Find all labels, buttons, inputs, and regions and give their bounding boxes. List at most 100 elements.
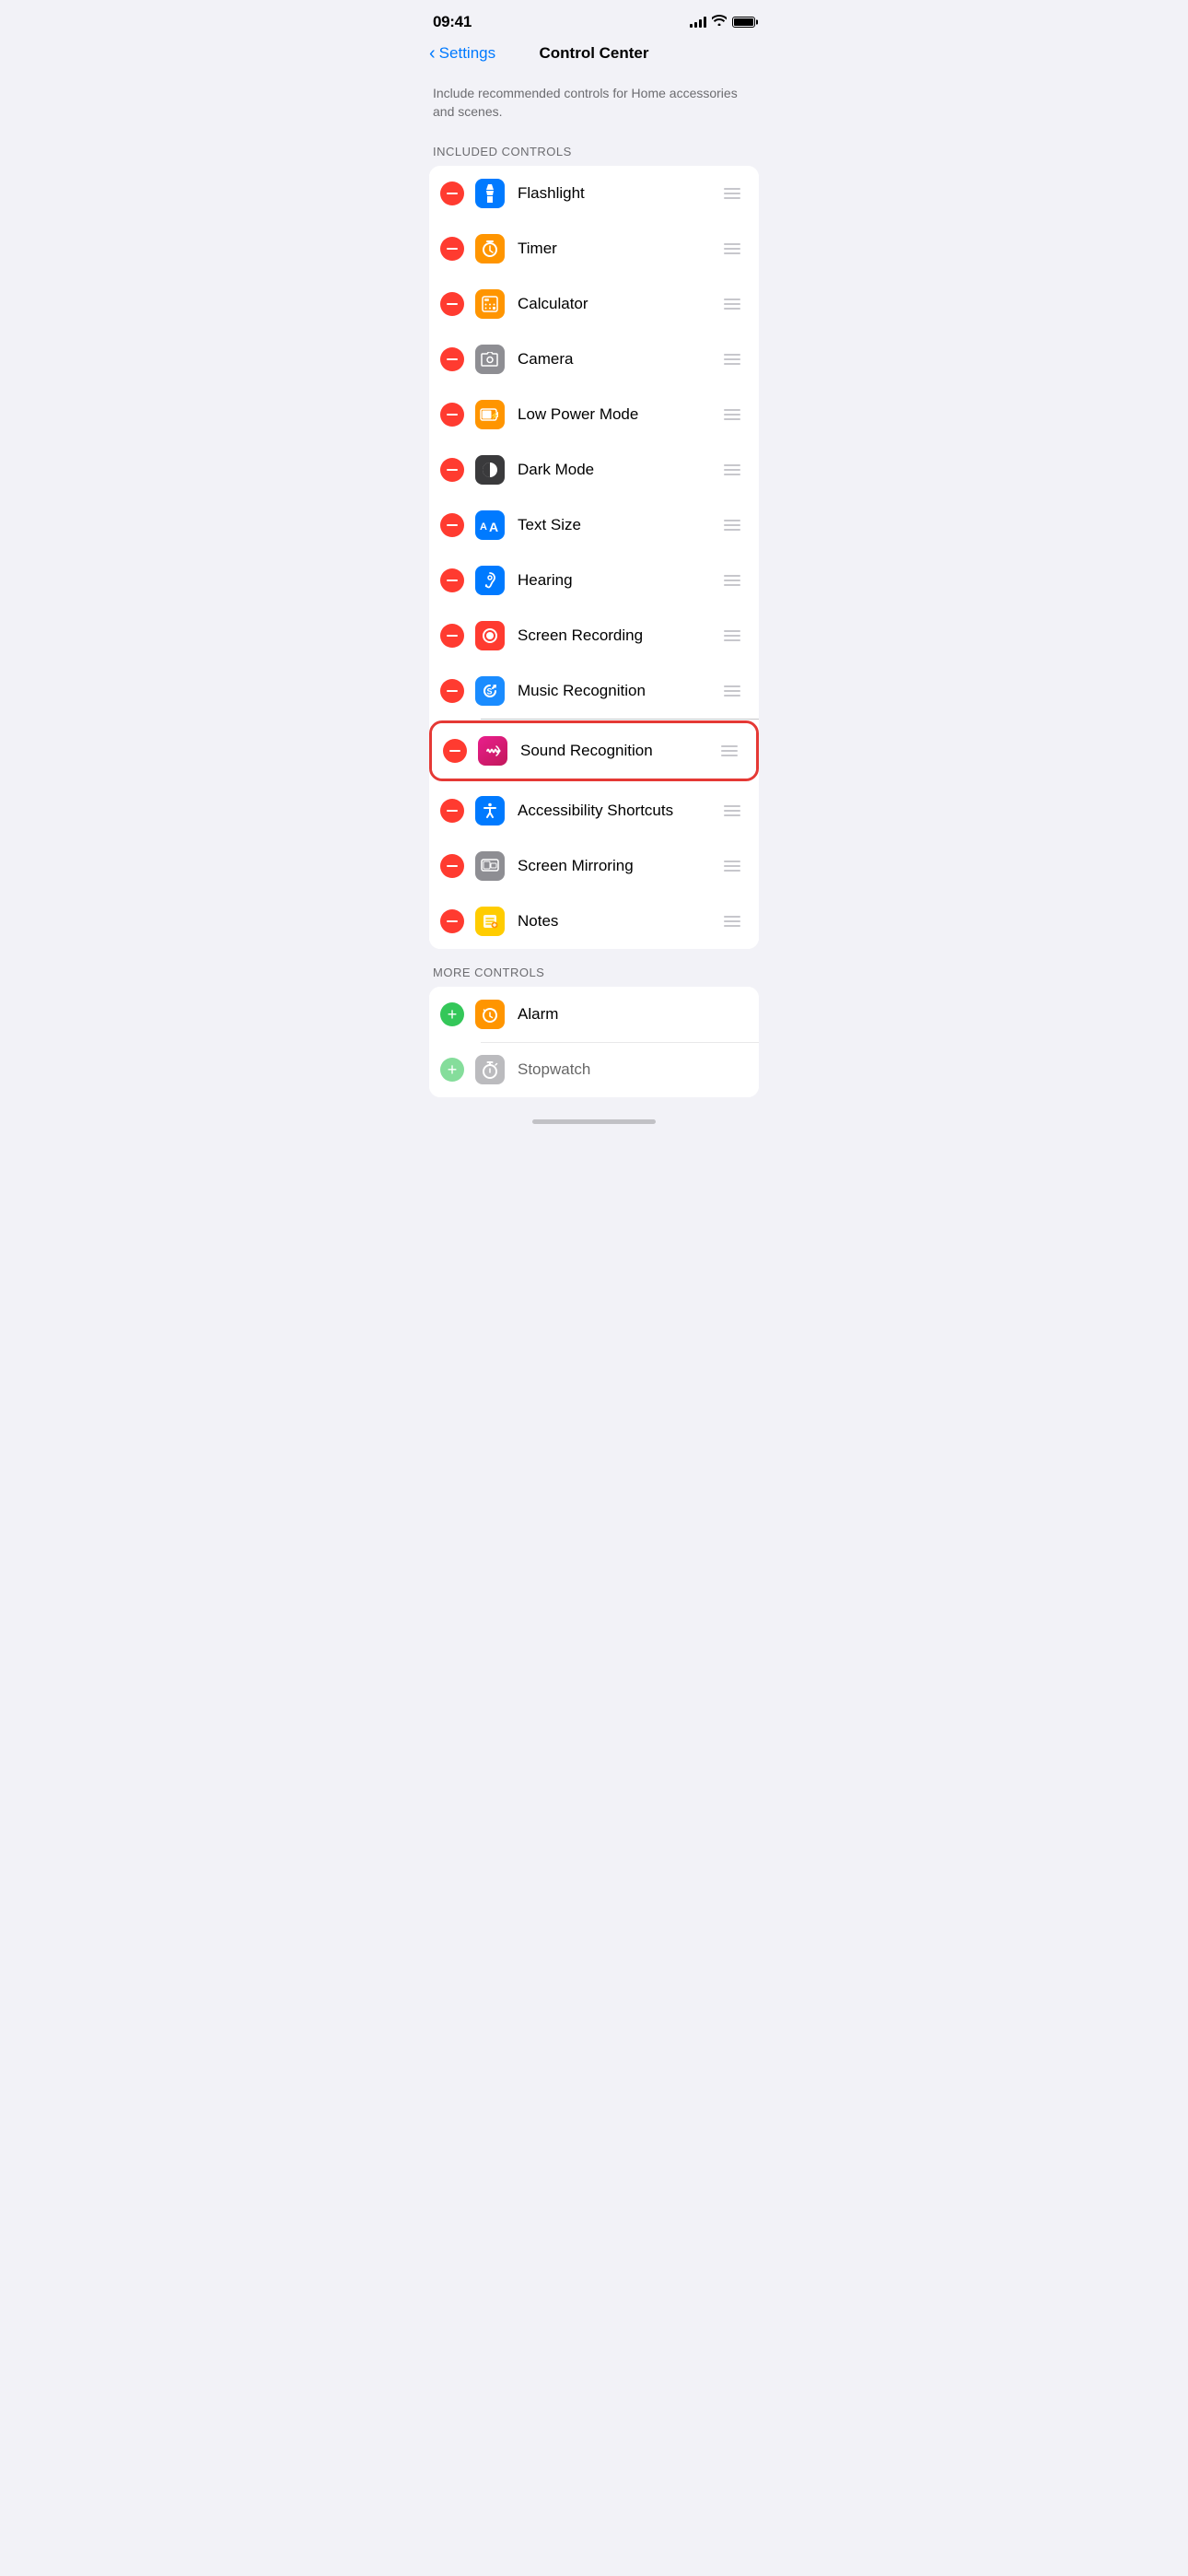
svg-text:⚡: ⚡ — [490, 411, 499, 420]
svg-text:A: A — [480, 521, 487, 533]
signal-icon — [690, 17, 706, 28]
drag-handle[interactable] — [720, 626, 744, 645]
drag-handle[interactable] — [720, 516, 744, 534]
home-bar — [532, 1119, 656, 1124]
alarm-icon — [475, 1000, 505, 1029]
drag-handle[interactable] — [720, 240, 744, 258]
flashlight-icon — [475, 179, 505, 208]
timer-icon — [475, 234, 505, 263]
list-item: Calculator — [429, 276, 759, 332]
stopwatch-icon — [475, 1055, 505, 1084]
list-item: Flashlight — [429, 166, 759, 221]
screen-recording-icon — [475, 621, 505, 650]
remove-button[interactable] — [440, 347, 464, 371]
nav-bar: ‹ Settings Control Center — [414, 37, 774, 74]
drag-handle[interactable] — [720, 857, 744, 875]
remove-button[interactable] — [440, 909, 464, 933]
stopwatch-label: Stopwatch — [518, 1060, 744, 1079]
status-icons — [690, 15, 755, 30]
back-button[interactable]: ‹ Settings — [429, 44, 495, 63]
list-item: Timer — [429, 221, 759, 276]
highlighted-container: Sound Recognition — [429, 719, 759, 783]
hearing-icon — [475, 566, 505, 595]
battery-icon — [732, 17, 755, 28]
drag-handle[interactable] — [720, 571, 744, 590]
remove-button[interactable] — [440, 292, 464, 316]
text-size-icon: A A — [475, 510, 505, 540]
back-label: Settings — [439, 44, 495, 63]
remove-button[interactable] — [440, 854, 464, 878]
drag-handle[interactable] — [720, 802, 744, 820]
notes-label: Notes — [518, 912, 720, 931]
list-item: Screen Mirroring — [429, 838, 759, 894]
included-controls-list: Flashlight Timer — [429, 166, 759, 949]
screen-recording-label: Screen Recording — [518, 626, 720, 645]
low-power-label: Low Power Mode — [518, 405, 720, 424]
add-button[interactable] — [440, 1058, 464, 1082]
drag-handle[interactable] — [720, 350, 744, 369]
drag-handle[interactable] — [720, 461, 744, 479]
remove-button[interactable] — [440, 403, 464, 427]
list-item: Stopwatch — [429, 1042, 759, 1097]
remove-button[interactable] — [440, 568, 464, 592]
remove-button[interactable] — [440, 181, 464, 205]
text-size-label: Text Size — [518, 516, 720, 534]
wifi-icon — [712, 14, 727, 30]
remove-button[interactable] — [443, 739, 467, 763]
list-item: Alarm — [429, 987, 759, 1042]
svg-text:A: A — [489, 520, 498, 533]
list-item: Accessibility Shortcuts — [429, 783, 759, 838]
add-button[interactable] — [440, 1002, 464, 1026]
camera-label: Camera — [518, 350, 720, 369]
remove-button[interactable] — [440, 513, 464, 537]
list-item: A A Text Size — [429, 498, 759, 553]
calculator-icon — [475, 289, 505, 319]
remove-button[interactable] — [440, 799, 464, 823]
accessibility-label: Accessibility Shortcuts — [518, 802, 720, 820]
list-item: Dark Mode — [429, 442, 759, 498]
included-controls-header: INCLUDED CONTROLS — [414, 128, 774, 166]
list-item: S Music Recognition — [429, 663, 759, 719]
page-title: Control Center — [540, 44, 649, 63]
timer-label: Timer — [518, 240, 720, 258]
drag-handle[interactable] — [720, 682, 744, 700]
calculator-label: Calculator — [518, 295, 720, 313]
music-recognition-label: Music Recognition — [518, 682, 720, 700]
remove-button[interactable] — [440, 624, 464, 648]
description-text: Include recommended controls for Home ac… — [433, 86, 738, 119]
notes-icon — [475, 907, 505, 936]
accessibility-icon — [475, 796, 505, 825]
svg-text:S: S — [487, 687, 493, 697]
hearing-label: Hearing — [518, 571, 720, 590]
list-item: Screen Recording — [429, 608, 759, 663]
more-controls-list: Alarm Stopwatch — [429, 987, 759, 1097]
dark-mode-icon — [475, 455, 505, 485]
drag-handle[interactable] — [720, 405, 744, 424]
description-section: Include recommended controls for Home ac… — [414, 74, 774, 128]
home-indicator — [414, 1112, 774, 1128]
list-item: Hearing — [429, 553, 759, 608]
alarm-label: Alarm — [518, 1005, 744, 1024]
list-item: Camera — [429, 332, 759, 387]
flashlight-label: Flashlight — [518, 184, 720, 203]
more-controls-header: MORE CONTROLS — [414, 949, 774, 987]
status-bar: 09:41 — [414, 0, 774, 37]
screen-mirroring-icon — [475, 851, 505, 881]
chevron-left-icon: ‹ — [429, 44, 436, 63]
low-power-icon: ⚡ — [475, 400, 505, 429]
sound-recognition-label: Sound Recognition — [520, 742, 717, 760]
sound-recognition-icon — [478, 736, 507, 766]
remove-button[interactable] — [440, 679, 464, 703]
highlight-border: Sound Recognition — [429, 720, 759, 781]
remove-button[interactable] — [440, 458, 464, 482]
drag-handle[interactable] — [720, 184, 744, 203]
drag-handle[interactable] — [720, 912, 744, 931]
remove-button[interactable] — [440, 237, 464, 261]
camera-icon — [475, 345, 505, 374]
music-recognition-icon: S — [475, 676, 505, 706]
screen-mirroring-label: Screen Mirroring — [518, 857, 720, 875]
drag-handle[interactable] — [720, 295, 744, 313]
drag-handle[interactable] — [717, 742, 741, 760]
list-item: ⚡ Low Power Mode — [429, 387, 759, 442]
list-item: Notes — [429, 894, 759, 949]
